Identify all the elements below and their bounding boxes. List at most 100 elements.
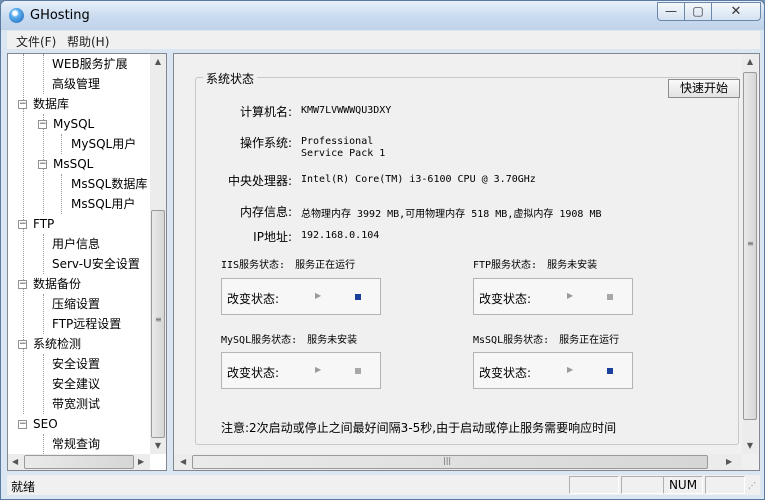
tree-item-security-settings[interactable]: 安全设置 <box>52 354 100 374</box>
memory-value: 总物理内存 3992 MB,可用物理内存 518 MB,虚拟内存 1908 MB <box>301 209 602 220</box>
tree-item-web-extensions[interactable]: WEB服务扩展 <box>52 54 128 74</box>
content-horizontal-scrollbar[interactable]: ◀ ||| ▶ <box>174 454 742 470</box>
close-button[interactable]: ✕ <box>711 2 761 21</box>
stop-icon[interactable] <box>607 294 613 300</box>
ftp-status-line: FTP服务状态: 服务未安装 <box>473 256 597 271</box>
quick-start-button[interactable]: 快速开始 <box>668 79 740 98</box>
content-vertical-scrollbar[interactable]: ▲ ≡ ▼ <box>742 54 758 454</box>
tree-item-security-advice[interactable]: 安全建议 <box>52 374 100 394</box>
tree-item-database[interactable]: 数据库 <box>33 94 69 114</box>
app-logo-icon <box>9 8 24 23</box>
mysql-control-box: 改变状态: ▶ <box>221 352 381 389</box>
cpu-label: 中央处理器: <box>227 174 292 188</box>
tree-vertical-scrollbar[interactable]: ▲ ≡ ▼ <box>150 54 166 454</box>
collapse-icon[interactable]: − <box>18 420 27 429</box>
minimize-button[interactable]: — <box>657 2 685 21</box>
tree-item-mssql-databases[interactable]: MsSQL数据库 <box>71 174 147 194</box>
content-pane: 系统状态 快速开始 计算机名: KMW7LVWWWQU3DXY 操作系统: Pr… <box>173 53 760 471</box>
start-icon[interactable]: ▶ <box>315 365 321 374</box>
tree-item-seo[interactable]: SEO <box>33 414 58 434</box>
start-icon[interactable]: ▶ <box>567 291 573 300</box>
tree-guide-line <box>43 54 44 94</box>
collapse-icon[interactable]: − <box>38 160 47 169</box>
mysql-status-line: MySQL服务状态: 服务未安装 <box>221 331 357 346</box>
tree-item-system-check[interactable]: 系统检测 <box>33 334 81 354</box>
ip-label: IP地址: <box>253 230 292 244</box>
iis-status-line: IIS服务状态: 服务正在运行 <box>221 256 355 271</box>
tree-item-mssql[interactable]: MsSQL <box>53 154 93 174</box>
scroll-left-arrow-icon[interactable]: ◀ <box>180 457 186 466</box>
tree-item-mysql-users[interactable]: MySQL用户 <box>71 134 136 154</box>
collapse-icon[interactable]: − <box>18 340 27 349</box>
cpu-value: Intel(R) Core(TM) i3-6100 CPU @ 3.70GHz <box>301 174 536 185</box>
app-window: GHosting — ▢ ✕ 文件(F) 帮助(H) WEB服务扩展 高级管理 … <box>0 0 765 500</box>
collapse-icon[interactable]: − <box>18 100 27 109</box>
scroll-up-arrow-icon[interactable]: ▲ <box>742 57 758 66</box>
scroll-left-arrow-icon[interactable]: ◀ <box>12 457 18 466</box>
note-text: 注意:2次启动或停止之间最好间隔3-5秒,由于启动或停止服务需要响应时间 <box>221 421 617 435</box>
tree-item-bandwidth-test[interactable]: 带宽测试 <box>52 394 100 414</box>
start-icon[interactable]: ▶ <box>567 365 573 374</box>
status-cell-empty <box>569 476 619 494</box>
iis-status-value: 服务正在运行 <box>295 260 356 271</box>
mssql-control-box: 改变状态: ▶ <box>473 352 633 389</box>
tree-item-general-query[interactable]: 常规查询 <box>52 434 100 454</box>
scrollbar-thumb[interactable]: ≡ <box>151 210 165 438</box>
ftp-status-value: 服务未安装 <box>547 260 598 271</box>
mysql-status-label: MySQL服务状态: <box>221 335 298 346</box>
resize-grip-icon[interactable]: ⋰ <box>748 482 756 490</box>
grip-icon: ||| <box>443 456 452 465</box>
computer-name-label: 计算机名: <box>239 105 292 119</box>
tree-guide-line <box>43 434 44 454</box>
nav-tree: WEB服务扩展 高级管理 − 数据库 − MySQL MySQL用户 − MsS… <box>8 54 150 454</box>
tree-item-mysql[interactable]: MySQL <box>53 114 94 134</box>
tree-item-mssql-users[interactable]: MsSQL用户 <box>71 194 135 214</box>
scroll-down-arrow-icon[interactable]: ▼ <box>742 441 758 450</box>
stop-icon[interactable] <box>607 368 613 374</box>
window-title: GHosting <box>30 8 90 23</box>
scroll-right-arrow-icon[interactable]: ▶ <box>138 457 144 466</box>
tree-item-servu-security[interactable]: Serv-U安全设置 <box>52 254 140 274</box>
mssql-status-label: MsSQL服务状态: <box>473 335 550 346</box>
scrollbar-thumb[interactable]: ≡ <box>743 72 757 420</box>
os-value-line2: Service Pack 1 <box>301 148 386 159</box>
os-label: 操作系统: <box>239 136 292 150</box>
tree-guide-line <box>43 354 44 414</box>
tree-horizontal-scrollbar[interactable]: ◀ ▶ <box>8 454 150 470</box>
change-status-label: 改变状态: <box>479 292 532 306</box>
scrollbar-thumb[interactable]: ||| <box>192 455 708 469</box>
collapse-icon[interactable]: − <box>38 120 47 129</box>
tree-item-user-info[interactable]: 用户信息 <box>52 234 100 254</box>
grip-icon: ≡ <box>155 315 162 324</box>
title-bar[interactable]: GHosting — ▢ ✕ <box>1 1 764 30</box>
scroll-right-arrow-icon[interactable]: ▶ <box>726 457 732 466</box>
menu-file[interactable]: 文件(F) <box>16 33 56 50</box>
stop-icon[interactable] <box>355 368 361 374</box>
tree-guide-line <box>61 134 62 154</box>
ftp-status-label: FTP服务状态: <box>473 260 538 271</box>
ftp-control-box: 改变状态: ▶ <box>473 278 633 315</box>
scrollbar-thumb[interactable] <box>24 455 134 469</box>
collapse-icon[interactable]: − <box>18 220 27 229</box>
maximize-button[interactable]: ▢ <box>684 2 712 21</box>
tree-item-advanced-management[interactable]: 高级管理 <box>52 74 100 94</box>
stop-icon[interactable] <box>355 294 361 300</box>
start-icon[interactable]: ▶ <box>315 291 321 300</box>
iis-status-label: IIS服务状态: <box>221 260 286 271</box>
change-status-label: 改变状态: <box>227 292 280 306</box>
mssql-status-line: MsSQL服务状态: 服务正在运行 <box>473 331 619 346</box>
tree-item-ftp[interactable]: FTP <box>33 214 54 234</box>
tree-item-ftp-remote-settings[interactable]: FTP远程设置 <box>52 314 121 334</box>
scroll-down-arrow-icon[interactable]: ▼ <box>150 441 166 450</box>
tree-item-data-backup[interactable]: 数据备份 <box>33 274 81 294</box>
computer-name-value: KMW7LVWWWQU3DXY <box>301 105 392 116</box>
ip-value: 192.168.0.104 <box>301 230 380 241</box>
tree-item-compression-settings[interactable]: 压缩设置 <box>52 294 100 314</box>
menu-help[interactable]: 帮助(H) <box>67 33 109 50</box>
num-lock-indicator: NUM <box>663 476 703 494</box>
nav-tree-pane: WEB服务扩展 高级管理 − 数据库 − MySQL MySQL用户 − MsS… <box>7 53 167 471</box>
iis-control-box: 改变状态: ▶ <box>221 278 381 315</box>
tree-guide-line <box>43 294 44 334</box>
collapse-icon[interactable]: − <box>18 280 27 289</box>
scroll-up-arrow-icon[interactable]: ▲ <box>150 57 166 66</box>
